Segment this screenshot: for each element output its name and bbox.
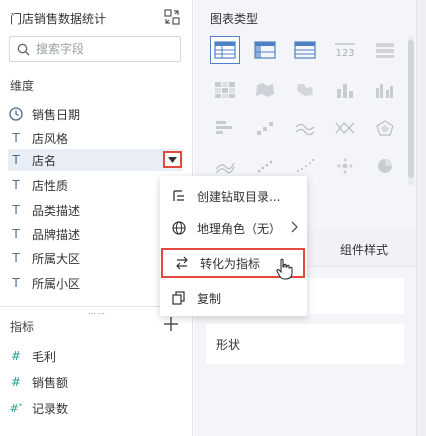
text-type-icon: T — [12, 131, 20, 145]
hash-icon: # — [10, 349, 22, 363]
field-item[interactable]: T 店风格 — [8, 127, 68, 149]
map-chart-icon[interactable] — [250, 76, 280, 104]
menu-item-label: 创建钻取目录... — [197, 189, 281, 204]
copy-icon — [171, 290, 187, 306]
field-label: 店风格 — [32, 131, 69, 146]
field-item[interactable]: T 品牌描述 — [8, 223, 80, 245]
field-item[interactable]: # 毛利 — [8, 345, 56, 367]
card-list-chart-icon[interactable] — [370, 36, 400, 64]
bubble-chart-icon[interactable] — [330, 152, 360, 180]
metric-section-label: 指标 — [10, 320, 35, 334]
field-item[interactable]: T 店性质 — [8, 174, 68, 196]
field-item[interactable]: T 品类描述 — [8, 199, 80, 221]
text-type-icon: T — [12, 203, 20, 217]
drill-icon — [171, 188, 187, 204]
field-label: 所属小区 — [32, 276, 81, 291]
field-item[interactable]: # 销售额 — [8, 371, 68, 393]
hash-icon: # — [10, 375, 22, 389]
text-type-icon: T — [12, 251, 20, 265]
shape-card[interactable]: 形状 — [206, 324, 404, 364]
swap-icon — [174, 255, 190, 271]
text-type-icon: T — [12, 178, 20, 192]
globe-icon — [171, 220, 187, 236]
search-input[interactable] — [36, 42, 166, 56]
pie-chart-icon[interactable] — [370, 152, 400, 180]
horizontal-bar-icon[interactable] — [210, 114, 240, 142]
radar-chart-icon[interactable] — [370, 114, 400, 142]
text-type-icon: T — [12, 276, 20, 290]
field-dropdown-button[interactable] — [163, 151, 182, 168]
text-type-icon: T — [12, 153, 20, 167]
cross-table-chart-icon[interactable] — [250, 36, 280, 64]
field-label: 记录数 — [32, 401, 69, 416]
menu-item-label: 地理角色（无） — [197, 221, 282, 236]
menu-item-geo-role[interactable]: 地理角色（无） — [160, 213, 307, 243]
tab-component-style[interactable]: 组件样式 — [340, 241, 388, 258]
caret-down-icon — [168, 156, 177, 163]
dimension-section-label: 维度 — [10, 79, 35, 93]
field-label: 品牌描述 — [32, 227, 81, 242]
region-map-icon[interactable] — [290, 76, 320, 104]
cross-line-icon[interactable] — [330, 114, 360, 142]
hash-star-icon: # * — [9, 401, 23, 415]
field-context-menu: 创建钻取目录... 地理角色（无） 转化为指标 复制 — [160, 176, 307, 316]
chart-type-scrollbar-thumb[interactable] — [408, 40, 414, 178]
field-label: 店名 — [32, 153, 57, 168]
line-chart-icon[interactable] — [290, 114, 320, 142]
step-chart-icon[interactable] — [250, 114, 280, 142]
right-edge-panel — [416, 0, 426, 436]
heat-table-icon[interactable] — [210, 76, 240, 104]
menu-item-create-drill[interactable]: 创建钻取目录... — [160, 181, 307, 211]
menu-item-copy[interactable]: 复制 — [160, 283, 307, 313]
field-item[interactable]: # * 记录数 — [8, 397, 68, 419]
field-item[interactable]: T 所属大区 — [8, 247, 80, 269]
dataset-title: 门店销售数据统计 — [10, 12, 107, 26]
app-window: 门店销售数据统计 维度 销售日期 T 店风格 T — [0, 0, 426, 436]
search-icon — [17, 43, 30, 55]
field-label: 毛利 — [32, 349, 57, 364]
menu-item-label: 复制 — [197, 291, 222, 306]
add-metric-button[interactable] — [163, 316, 179, 332]
field-item[interactable]: T 所属小区 — [8, 272, 80, 294]
field-search[interactable] — [9, 36, 181, 62]
field-label: 店性质 — [32, 178, 69, 193]
table-chart-icon[interactable] — [210, 36, 240, 64]
field-label: 品类描述 — [32, 203, 81, 218]
clock-icon — [8, 107, 24, 121]
hand-cursor-icon — [276, 258, 293, 280]
field-label: 所属大区 — [32, 251, 81, 266]
grouped-bar-icon[interactable] — [370, 76, 400, 104]
resize-grip-icon[interactable]: ⋯⋯ — [88, 309, 106, 318]
switch-dataset-icon[interactable] — [163, 8, 181, 26]
kpi-number-icon[interactable]: 123 — [330, 36, 360, 64]
field-label: 销售日期 — [32, 107, 81, 122]
svg-text:123: 123 — [335, 48, 354, 59]
field-label: 销售额 — [32, 375, 69, 390]
bar-chart-icon[interactable] — [330, 76, 360, 104]
text-type-icon: T — [12, 227, 20, 241]
detail-table-chart-icon[interactable] — [290, 36, 320, 64]
shape-label: 形状 — [216, 338, 241, 352]
chart-type-title: 图表类型 — [210, 12, 259, 26]
field-item[interactable]: 销售日期 — [8, 103, 80, 125]
field-item-active[interactable]: T 店名 — [8, 149, 183, 171]
chevron-right-icon — [291, 221, 298, 233]
menu-item-label: 转化为指标 — [200, 256, 261, 271]
